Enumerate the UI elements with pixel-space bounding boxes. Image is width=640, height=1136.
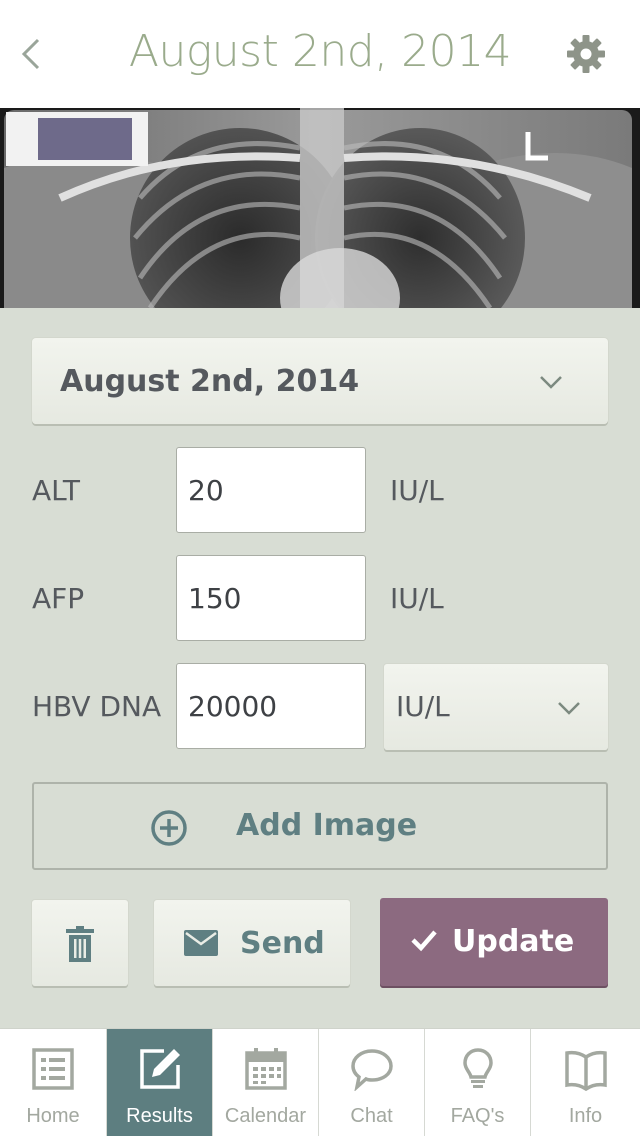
chat-bubble-icon [350,1049,393,1091]
update-label: Update [452,924,575,959]
alt-input[interactable] [176,447,366,533]
alt-unit: IU/L [390,474,444,507]
tab-info[interactable]: Info [531,1029,640,1136]
afp-label: AFP [32,582,85,615]
edit-icon [139,1049,180,1089]
chevron-down-icon [540,376,562,389]
list-icon [32,1048,74,1090]
checkmark-icon [411,930,437,952]
plus-circle-icon [151,810,187,846]
tab-chat-label: Chat [350,1105,393,1127]
tab-home[interactable]: Home [0,1029,107,1136]
chest-xray-image [0,108,640,308]
lightbulb-icon [462,1048,493,1088]
tab-results[interactable]: Results [107,1029,213,1136]
alt-label: ALT [32,474,81,507]
tab-calendar-label: Calendar [224,1105,307,1127]
update-button[interactable]: Update [380,898,608,986]
add-image-label: Add Image [236,808,418,843]
afp-input[interactable] [176,555,366,641]
tab-calendar[interactable]: Calendar [213,1029,319,1136]
book-icon [564,1050,607,1091]
delete-button[interactable] [32,900,128,986]
result-image[interactable] [0,108,640,308]
tab-faqs-label: FAQ's [450,1105,505,1127]
trash-icon [66,926,94,962]
hbv-dna-input[interactable] [176,663,366,749]
calendar-icon [244,1048,287,1090]
tab-info-label: Info [568,1105,603,1127]
add-image-button[interactable]: Add Image [32,782,608,870]
chevron-down-icon [558,702,580,715]
tab-bar: Home Results Calendar Chat FAQ's Info [0,1028,640,1136]
date-dropdown[interactable]: August 2nd, 2014 [32,338,608,424]
date-dropdown-value: August 2nd, 2014 [60,364,360,399]
tab-faqs[interactable]: FAQ's [425,1029,531,1136]
hbv-dna-label: HBV DNA [32,690,162,723]
send-button[interactable]: Send [154,900,350,986]
header-bar: August 2nd, 2014 [0,0,640,108]
page-title: August 2nd, 2014 [128,26,512,77]
settings-button[interactable] [566,34,606,74]
tab-chat[interactable]: Chat [319,1029,425,1136]
gear-icon [567,35,605,73]
tab-home-label: Home [26,1105,80,1127]
hbv-dna-unit-dropdown[interactable]: IU/L [384,664,608,750]
envelope-icon [184,930,218,956]
hbv-dna-unit-value: IU/L [396,690,450,723]
tab-results-label: Results [126,1105,193,1127]
send-label: Send [240,926,325,961]
afp-unit: IU/L [390,582,444,615]
